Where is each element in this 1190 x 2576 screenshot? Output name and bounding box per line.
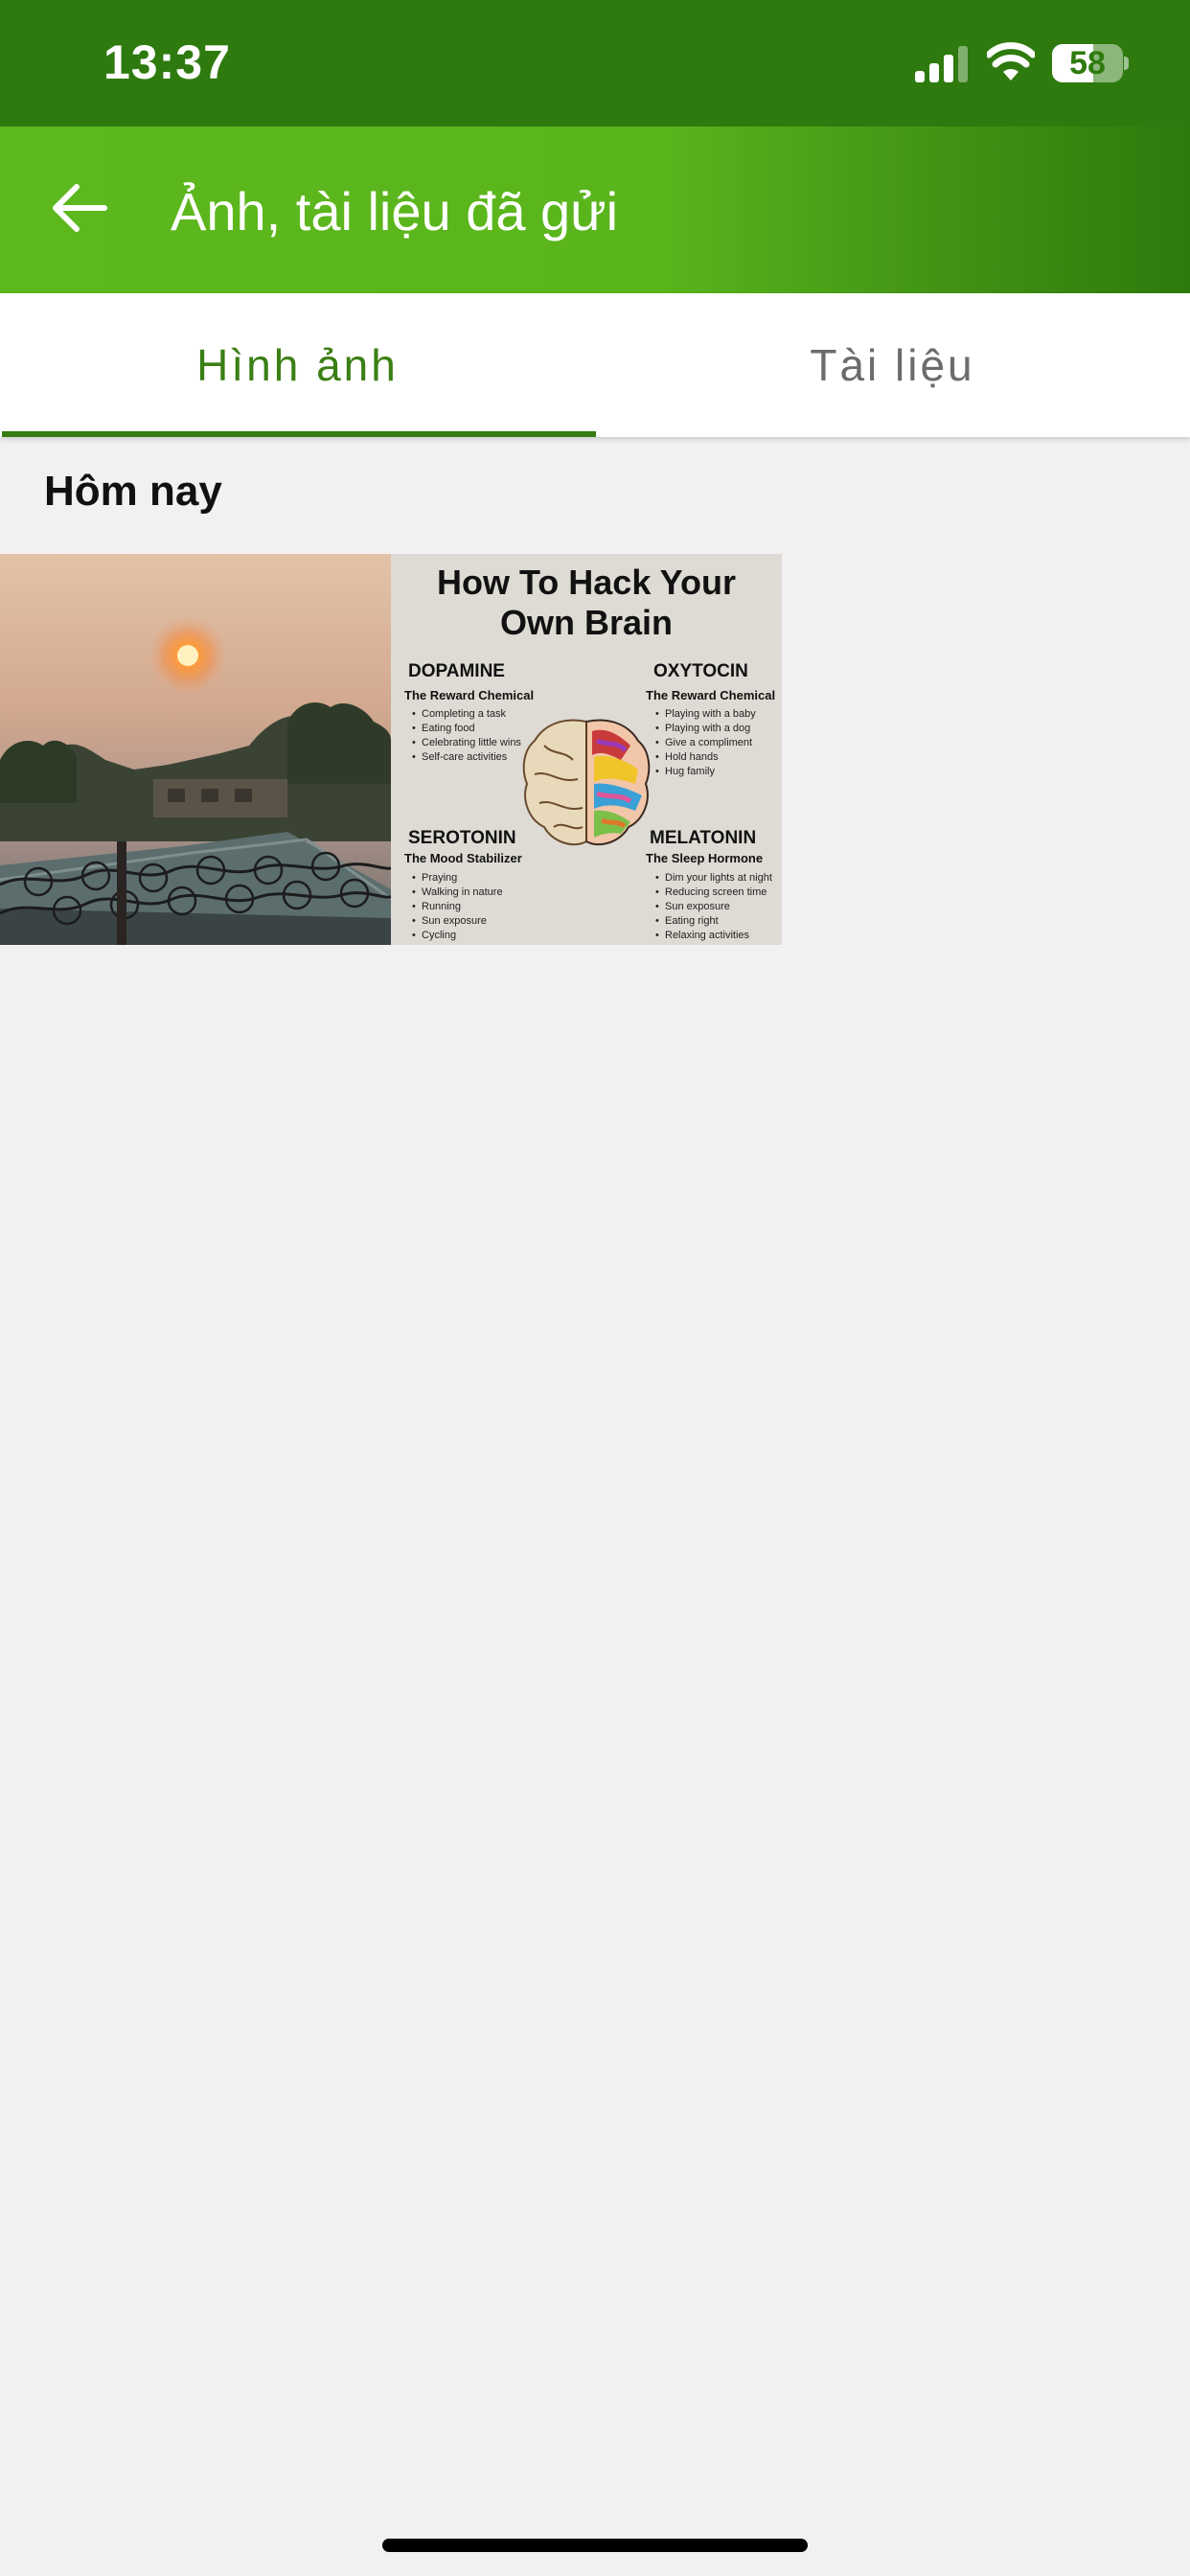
status-bar: 13:37 58 (0, 0, 1190, 126)
svg-text:Eating right: Eating right (665, 915, 719, 927)
svg-text:Hug family: Hug family (665, 766, 715, 777)
wifi-icon (987, 42, 1035, 80)
svg-text:Playing with a dog: Playing with a dog (665, 723, 750, 734)
svg-text:Walking in nature: Walking in nature (422, 886, 503, 898)
svg-text:Eating food: Eating food (422, 723, 475, 734)
signal-icon (915, 46, 968, 82)
tab-images[interactable]: Hình ảnh (0, 293, 595, 437)
svg-text:The Mood Stabilizer: The Mood Stabilizer (404, 851, 522, 865)
svg-text:•: • (655, 886, 659, 898)
infographic-title-line2: Own Brain (500, 603, 673, 642)
active-tab-indicator (2, 431, 596, 437)
svg-text:•: • (655, 708, 659, 720)
svg-text:•: • (412, 901, 416, 912)
svg-text:•: • (655, 930, 659, 941)
svg-text:DOPAMINE: DOPAMINE (408, 661, 505, 681)
back-button[interactable] (36, 165, 123, 251)
sunset-photo (0, 554, 391, 945)
svg-text:Sun exposure: Sun exposure (665, 901, 730, 912)
svg-text:Praying: Praying (422, 872, 457, 884)
svg-text:•: • (655, 872, 659, 884)
svg-text:The Sleep Hormone: The Sleep Hormone (646, 851, 763, 865)
svg-text:Playing with a baby: Playing with a baby (665, 708, 756, 720)
svg-text:Reducing screen time: Reducing screen time (665, 886, 767, 898)
status-time: 13:37 (103, 35, 231, 89)
svg-text:•: • (655, 737, 659, 748)
svg-text:•: • (412, 930, 416, 941)
infographic-title-line1: How To Hack Your (437, 563, 736, 602)
svg-text:•: • (655, 766, 659, 777)
svg-text:SEROTONIN: SEROTONIN (408, 828, 516, 848)
svg-text:•: • (655, 751, 659, 763)
svg-text:•: • (655, 915, 659, 927)
battery-icon: 58 (1052, 44, 1129, 82)
tab-documents[interactable]: Tài liệu (595, 293, 1190, 437)
svg-text:•: • (412, 737, 416, 748)
svg-text:•: • (655, 723, 659, 734)
app-header: Ảnh, tài liệu đã gửi (0, 126, 1190, 293)
svg-text:Sun exposure: Sun exposure (422, 915, 487, 927)
svg-text:•: • (412, 872, 416, 884)
svg-text:•: • (412, 915, 416, 927)
arrow-left-icon (53, 184, 107, 232)
image-thumbnail-brain-infographic[interactable]: How To Hack Your Own Brain DOPAMINE The … (391, 554, 782, 945)
section-title-today: Hôm nay (44, 468, 222, 515)
image-gallery: How To Hack Your Own Brain DOPAMINE The … (0, 554, 782, 945)
image-thumbnail-sunset[interactable] (0, 554, 391, 945)
svg-text:The Reward Chemical: The Reward Chemical (404, 688, 534, 702)
tab-bar: Hình ảnh Tài liệu (0, 293, 1190, 437)
svg-text:Dim your lights at night: Dim your lights at night (665, 872, 772, 884)
svg-text:•: • (655, 901, 659, 912)
svg-text:Hold hands: Hold hands (665, 751, 719, 763)
svg-text:OXYTOCIN: OXYTOCIN (653, 661, 748, 681)
home-indicator[interactable] (382, 2539, 808, 2552)
page-title: Ảnh, tài liệu đã gửi (171, 181, 619, 242)
svg-text:Celebrating little wins: Celebrating little wins (422, 737, 521, 748)
svg-text:Running: Running (422, 901, 461, 912)
brain-icon (522, 719, 651, 846)
svg-text:•: • (412, 751, 416, 763)
svg-text:•: • (412, 708, 416, 720)
svg-text:Relaxing activities: Relaxing activities (665, 930, 750, 941)
brain-infographic: How To Hack Your Own Brain DOPAMINE The … (391, 554, 782, 945)
svg-text:Give a compliment: Give a compliment (665, 737, 752, 748)
svg-text:MELATONIN: MELATONIN (650, 828, 756, 848)
battery-percent: 58 (1069, 45, 1106, 81)
svg-text:•: • (412, 886, 416, 898)
svg-text:The Reward Chemical: The Reward Chemical (646, 688, 775, 702)
svg-text:•: • (412, 723, 416, 734)
svg-text:Self-care activities: Self-care activities (422, 751, 508, 763)
svg-text:Cycling: Cycling (422, 930, 456, 941)
svg-text:Completing a task: Completing a task (422, 708, 507, 720)
